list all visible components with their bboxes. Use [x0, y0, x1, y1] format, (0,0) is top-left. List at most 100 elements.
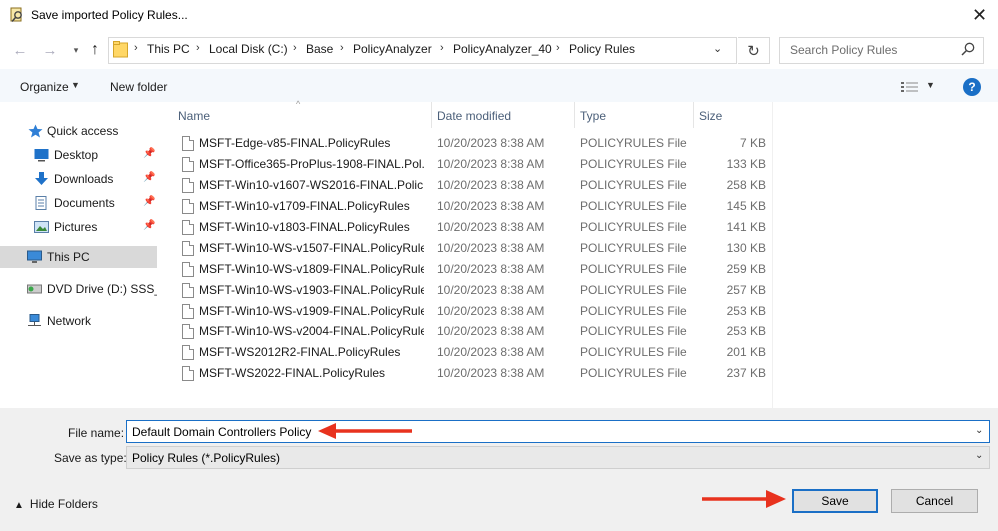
column-divider[interactable] — [574, 102, 575, 128]
file-date: 10/20/2023 8:38 AM — [437, 157, 545, 171]
hide-folders-toggle[interactable]: ▲ Hide Folders — [14, 497, 98, 511]
new-folder-button[interactable]: New folder — [110, 80, 167, 94]
file-name: MSFT-Win10-v1709-FINAL.PolicyRules — [199, 199, 410, 213]
search-placeholder: Search Policy Rules — [790, 43, 898, 57]
file-date: 10/20/2023 8:38 AM — [437, 241, 545, 255]
breadcrumb-policyanalyzer[interactable]: PolicyAnalyzer — [353, 42, 432, 56]
file-name-input[interactable] — [126, 420, 990, 443]
file-row[interactable]: MSFT-WS2022-FINAL.PolicyRules 10/20/2023… — [175, 363, 772, 384]
file-row[interactable]: MSFT-Edge-v85-FINAL.PolicyRules 10/20/20… — [175, 133, 772, 154]
annotation-arrow-right — [702, 490, 786, 508]
pin-icon: 📌 — [143, 172, 156, 183]
file-row[interactable]: MSFT-Win10-v1803-FINAL.PolicyRules 10/20… — [175, 217, 772, 238]
file-type: POLICYRULES File — [580, 136, 687, 150]
file-row[interactable]: MSFT-Win10-WS-v1903-FINAL.PolicyRules 10… — [175, 280, 772, 301]
view-caret-icon[interactable]: ▼ — [926, 80, 935, 90]
file-name: MSFT-Win10-v1803-FINAL.PolicyRules — [199, 220, 410, 234]
file-row[interactable]: MSFT-Win10-WS-v2004-FINAL.PolicyRules 10… — [175, 321, 772, 342]
nav-label: Documents — [54, 196, 115, 210]
close-button[interactable]: ✕ — [961, 0, 998, 31]
file-date: 10/20/2023 8:38 AM — [437, 199, 545, 213]
file-size: 130 KB — [726, 241, 766, 255]
navigation-pane: Quick access Desktop 📌 Downloads 📌 Docum… — [0, 102, 160, 408]
breadcrumb-base[interactable]: Base — [306, 42, 333, 56]
nav-item-desktop[interactable]: Desktop 📌 — [0, 144, 160, 166]
view-options-icon[interactable] — [901, 81, 919, 93]
file-name: MSFT-Office365-ProPlus-1908-FINAL.Pol... — [199, 157, 424, 171]
forward-arrow-icon[interactable]: → — [40, 40, 60, 60]
save-as-type-select[interactable]: Policy Rules (*.PolicyRules) — [126, 446, 990, 469]
file-name: MSFT-WS2022-FINAL.PolicyRules — [199, 366, 386, 380]
column-divider[interactable] — [693, 102, 694, 128]
address-dropdown-chevron-icon[interactable]: ⌄ — [713, 42, 722, 55]
file-icon — [182, 345, 194, 360]
network-icon — [28, 314, 41, 326]
file-name: MSFT-Win10-WS-v1809-FINAL.PolicyRules — [199, 262, 424, 276]
breadcrumb-chevron-icon[interactable]: › — [293, 42, 297, 54]
breadcrumb-this-pc[interactable]: This PC — [147, 42, 190, 56]
column-header-type[interactable]: Type — [580, 109, 606, 123]
file-row[interactable]: MSFT-Win10-v1709-FINAL.PolicyRules 10/20… — [175, 196, 772, 217]
breadcrumb-policy-rules[interactable]: Policy Rules — [569, 42, 635, 56]
file-name: MSFT-Edge-v85-FINAL.PolicyRules — [199, 136, 391, 150]
window-title: Save imported Policy Rules... — [31, 8, 188, 22]
cancel-button[interactable]: Cancel — [891, 489, 978, 513]
recent-locations-chevron-icon[interactable]: ▾ — [66, 40, 86, 60]
hide-folders-label: Hide Folders — [29, 497, 98, 511]
file-name: MSFT-Win10-WS-v2004-FINAL.PolicyRules — [199, 324, 424, 338]
file-row[interactable]: MSFT-Win10-WS-v1909-FINAL.PolicyRules 10… — [175, 301, 772, 322]
file-size: 258 KB — [726, 178, 766, 192]
file-icon — [182, 136, 194, 151]
breadcrumb-chevron-icon[interactable]: › — [440, 42, 444, 54]
breadcrumb-chevron-icon[interactable]: › — [340, 42, 344, 54]
breadcrumb-local-disk[interactable]: Local Disk (C:) — [209, 42, 288, 56]
back-arrow-icon[interactable]: ← — [10, 40, 30, 60]
file-type: POLICYRULES File — [580, 345, 687, 359]
nav-item-pictures[interactable]: Pictures 📌 — [0, 216, 160, 238]
column-header-size[interactable]: Size — [699, 109, 722, 123]
file-icon — [182, 199, 194, 214]
file-name: MSFT-WS2012R2-FINAL.PolicyRules — [199, 345, 401, 359]
nav-item-dvd-drive[interactable]: DVD Drive (D:) SSS_X6 — [0, 278, 160, 300]
refresh-button[interactable]: ↻ — [738, 37, 770, 64]
pin-icon: 📌 — [143, 148, 156, 159]
nav-label: Network — [47, 314, 92, 328]
column-divider[interactable] — [431, 102, 432, 128]
up-arrow-icon[interactable]: ↑ — [85, 40, 105, 60]
chevron-up-icon: ▲ — [14, 500, 24, 511]
file-row[interactable]: MSFT-Win10-v1607-WS2016-FINAL.Polic... 1… — [175, 175, 772, 196]
nav-item-this-pc[interactable]: This PC — [0, 246, 157, 268]
file-name: MSFT-Win10-WS-v1903-FINAL.PolicyRules — [199, 283, 424, 297]
save-as-type-dropdown-icon[interactable]: ⌄ — [975, 450, 983, 461]
file-type: POLICYRULES File — [580, 157, 687, 171]
file-row[interactable]: MSFT-Office365-ProPlus-1908-FINAL.Pol...… — [175, 154, 772, 175]
save-button[interactable]: Save — [792, 489, 878, 513]
organize-menu[interactable]: Organize — [20, 80, 69, 94]
file-icon — [182, 241, 194, 256]
file-row[interactable]: MSFT-Win10-WS-v1507-FINAL.PolicyRules 10… — [175, 238, 772, 259]
nav-item-quick-access[interactable]: Quick access — [0, 120, 160, 142]
nav-item-downloads[interactable]: Downloads 📌 — [0, 168, 160, 190]
nav-item-documents[interactable]: Documents 📌 — [0, 192, 160, 214]
nav-item-network[interactable]: Network — [0, 310, 160, 332]
folder-icon — [113, 41, 128, 58]
organize-caret-icon[interactable]: ▼ — [71, 80, 80, 90]
file-size: 201 KB — [726, 345, 766, 359]
file-size: 253 KB — [726, 324, 766, 338]
file-name-dropdown-icon[interactable]: ⌄ — [975, 425, 983, 436]
file-row[interactable]: MSFT-Win10-WS-v1809-FINAL.PolicyRules 10… — [175, 259, 772, 280]
nav-pane-scrollbar[interactable] — [157, 102, 160, 408]
column-header-name[interactable]: Name — [178, 109, 210, 123]
search-icon[interactable] — [960, 41, 976, 57]
breadcrumb-chevron-icon[interactable]: › — [556, 42, 560, 54]
help-icon[interactable]: ? — [963, 78, 981, 96]
breadcrumb-policyanalyzer-40[interactable]: PolicyAnalyzer_40 — [453, 42, 552, 56]
download-icon — [35, 172, 48, 185]
file-row[interactable]: MSFT-WS2012R2-FINAL.PolicyRules 10/20/20… — [175, 342, 772, 363]
column-header-date[interactable]: Date modified — [437, 109, 511, 123]
breadcrumb-chevron-icon[interactable]: › — [196, 42, 200, 54]
file-type: POLICYRULES File — [580, 178, 687, 192]
file-size: 237 KB — [726, 366, 766, 380]
nav-label: Downloads — [54, 172, 114, 186]
pictures-icon — [34, 221, 49, 233]
